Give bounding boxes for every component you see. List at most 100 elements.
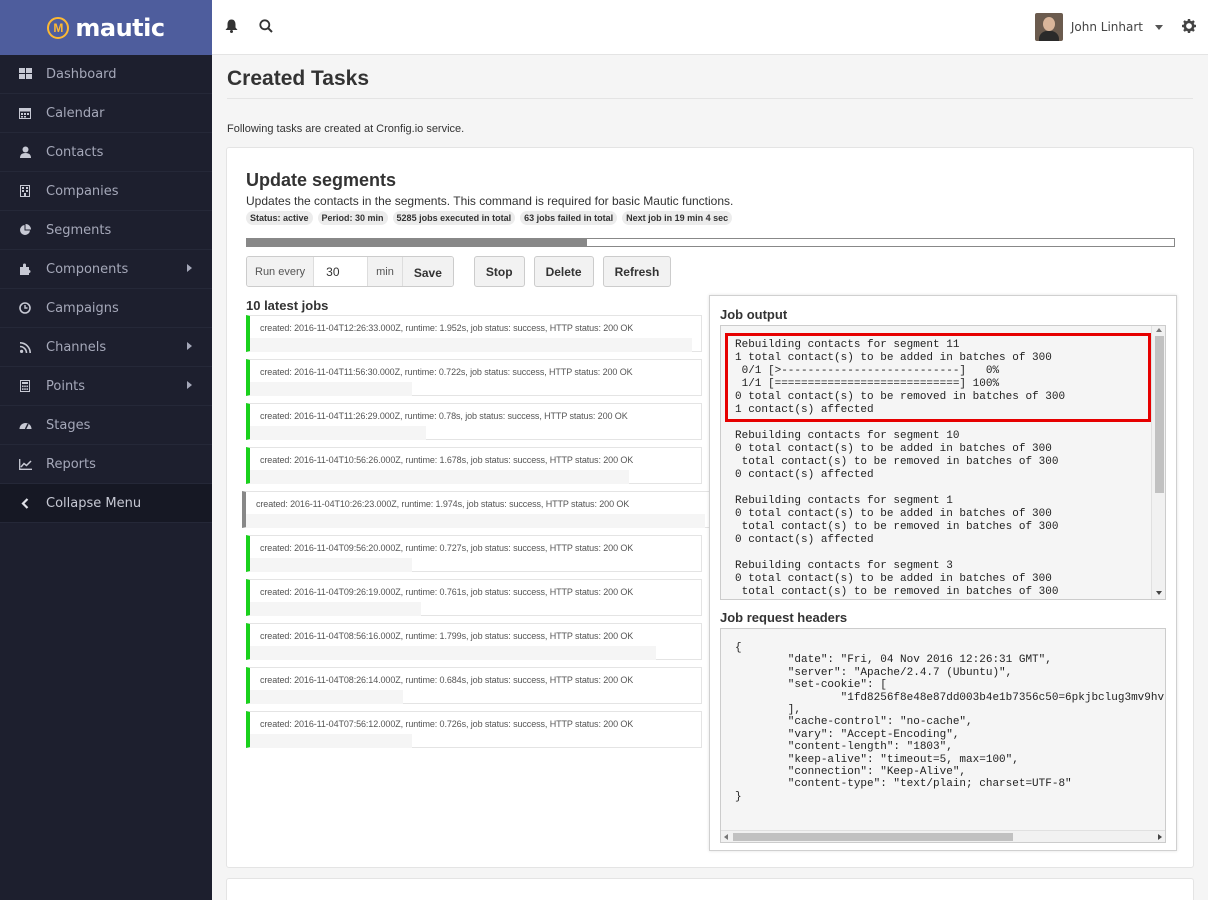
job-item[interactable]: created: 2016-11-04T09:26:19.000Z, runti… — [246, 579, 702, 616]
chevron-right-icon — [187, 264, 192, 272]
collapse-menu-button[interactable]: Collapse Menu — [0, 484, 212, 523]
sidebar-item-label: Companies — [46, 183, 119, 199]
scroll-left-icon[interactable] — [724, 834, 728, 840]
main-content: Created Tasks Following tasks are create… — [212, 56, 1208, 900]
sidebar-item-companies[interactable]: Companies — [0, 172, 212, 211]
bell-icon[interactable] — [225, 19, 238, 38]
task-title: Update segments — [246, 170, 397, 190]
interval-unit-label: min — [368, 257, 402, 286]
job-item[interactable]: created: 2016-11-04T10:56:26.000Z, runti… — [246, 447, 702, 484]
scroll-down-icon[interactable] — [1156, 591, 1162, 595]
page-intro: Following tasks are created at Cronfig.i… — [227, 123, 465, 135]
chevron-right-icon — [187, 381, 192, 389]
job-item[interactable]: created: 2016-11-04T08:26:14.000Z, runti… — [246, 667, 702, 704]
chevron-right-icon — [187, 342, 192, 350]
gear-icon[interactable] — [1182, 19, 1196, 38]
period-badge: Period: 30 min — [317, 211, 388, 225]
executed-badge: 5285 jobs executed in total — [392, 211, 516, 225]
search-icon[interactable] — [259, 19, 273, 38]
chevron-down-icon — [1155, 24, 1163, 30]
scroll-up-icon[interactable] — [1156, 328, 1162, 332]
sidebar-nav: Dashboard Calendar Contacts Companies Se… — [0, 55, 212, 523]
job-item[interactable]: created: 2016-11-04T09:56:20.000Z, runti… — [246, 535, 702, 572]
calendar-icon — [18, 106, 32, 120]
job-item[interactable]: created: 2016-11-04T11:26:29.000Z, runti… — [246, 403, 702, 440]
job-runtime-bar — [250, 690, 404, 704]
output-scrollbar[interactable] — [1151, 326, 1165, 599]
job-summary: created: 2016-11-04T09:26:19.000Z, runti… — [260, 587, 634, 597]
sidebar-item-label: Dashboard — [46, 66, 117, 82]
job-summary: created: 2016-11-04T07:56:12.000Z, runti… — [260, 719, 634, 729]
job-runtime-bar — [250, 470, 629, 484]
jobs-title: 10 latest jobs — [246, 298, 329, 313]
job-item[interactable]: created: 2016-11-04T08:56:16.000Z, runti… — [246, 623, 702, 660]
job-runtime-bar — [250, 602, 422, 616]
save-button[interactable]: Save — [401, 257, 453, 286]
pie-chart-icon — [18, 223, 32, 237]
puzzle-icon — [18, 262, 32, 276]
sidebar-item-label: Stages — [46, 417, 91, 433]
user-name: John Linhart — [1070, 20, 1143, 34]
interval-input-group: Run every min Save — [246, 256, 454, 287]
sidebar-item-segments[interactable]: Segments — [0, 211, 212, 250]
collapse-menu-label: Collapse Menu — [46, 495, 142, 511]
job-summary: created: 2016-11-04T12:26:33.000Z, runti… — [260, 323, 634, 333]
scroll-right-icon[interactable] — [1158, 834, 1162, 840]
brand[interactable]: M mautic — [0, 0, 212, 55]
sidebar-item-dashboard[interactable]: Dashboard — [0, 55, 212, 94]
sidebar-item-campaigns[interactable]: Campaigns — [0, 289, 212, 328]
next-job-badge: Next job in 19 min 4 sec — [622, 211, 733, 225]
job-runtime-bar — [250, 646, 656, 660]
job-item[interactable]: created: 2016-11-04T11:56:30.000Z, runti… — [246, 359, 702, 396]
sidebar-item-contacts[interactable]: Contacts — [0, 133, 212, 172]
sidebar-item-label: Segments — [46, 222, 112, 238]
sidebar-item-components[interactable]: Components — [0, 250, 212, 289]
next-job-progress-bar — [246, 238, 1175, 247]
job-item[interactable]: created: 2016-11-04T12:26:33.000Z, runti… — [246, 315, 702, 352]
run-every-label: Run every — [247, 257, 314, 286]
next-task-panel — [226, 878, 1194, 900]
sidebar-item-calendar[interactable]: Calendar — [0, 94, 212, 133]
calculator-icon — [18, 379, 32, 393]
task-panel: Update segments Updates the contacts in … — [226, 147, 1194, 868]
failed-badge: 63 jobs failed in total — [520, 211, 618, 225]
sidebar-item-points[interactable]: Points — [0, 367, 212, 406]
sidebar-item-label: Campaigns — [46, 300, 119, 316]
sidebar-item-stages[interactable]: Stages — [0, 406, 212, 445]
clock-icon — [18, 301, 32, 315]
job-list: created: 2016-11-04T12:26:33.000Z, runti… — [242, 315, 710, 755]
sidebar-item-channels[interactable]: Channels — [0, 328, 212, 367]
avatar — [1034, 13, 1063, 41]
user-icon — [18, 145, 32, 159]
sidebar-item-reports[interactable]: Reports — [0, 445, 212, 484]
user-menu[interactable]: John Linhart — [1034, 13, 1163, 41]
job-runtime-bar — [250, 382, 413, 396]
job-item-selected[interactable]: created: 2016-11-04T10:26:23.000Z, runti… — [242, 491, 710, 528]
delete-button[interactable]: Delete — [533, 256, 594, 287]
sidebar-item-label: Calendar — [46, 105, 105, 121]
mautic-logo-icon: M — [47, 16, 70, 39]
job-summary: created: 2016-11-04T11:56:30.000Z, runti… — [260, 367, 633, 377]
job-summary: created: 2016-11-04T10:26:23.000Z, runti… — [256, 499, 630, 509]
scrollbar-thumb[interactable] — [733, 833, 1013, 841]
sidebar: M mautic Dashboard Calendar Contacts Com… — [0, 0, 212, 900]
sidebar-item-label: Channels — [46, 339, 107, 355]
stop-button[interactable]: Stop — [473, 256, 525, 287]
rss-icon — [18, 340, 32, 354]
headers-scrollbar[interactable] — [721, 830, 1165, 842]
highlight-box — [725, 333, 1151, 422]
job-headers-box[interactable]: { "date": "Fri, 04 Nov 2016 12:26:31 GMT… — [720, 628, 1166, 843]
job-summary: created: 2016-11-04T09:56:20.000Z, runti… — [260, 543, 634, 553]
job-runtime-bar — [250, 338, 692, 352]
job-runtime-bar — [246, 514, 706, 528]
interval-input[interactable] — [313, 257, 369, 286]
job-output-box[interactable]: Rebuilding contacts for segment 11 1 tot… — [720, 325, 1166, 600]
sidebar-item-label: Contacts — [46, 144, 104, 160]
job-runtime-bar — [250, 734, 413, 748]
refresh-button[interactable]: Refresh — [602, 256, 672, 287]
scrollbar-thumb[interactable] — [1155, 336, 1164, 493]
job-item[interactable]: created: 2016-11-04T07:56:12.000Z, runti… — [246, 711, 702, 748]
job-runtime-bar — [250, 558, 413, 572]
topbar: John Linhart — [212, 0, 1208, 55]
job-output-title: Job output — [720, 307, 788, 322]
